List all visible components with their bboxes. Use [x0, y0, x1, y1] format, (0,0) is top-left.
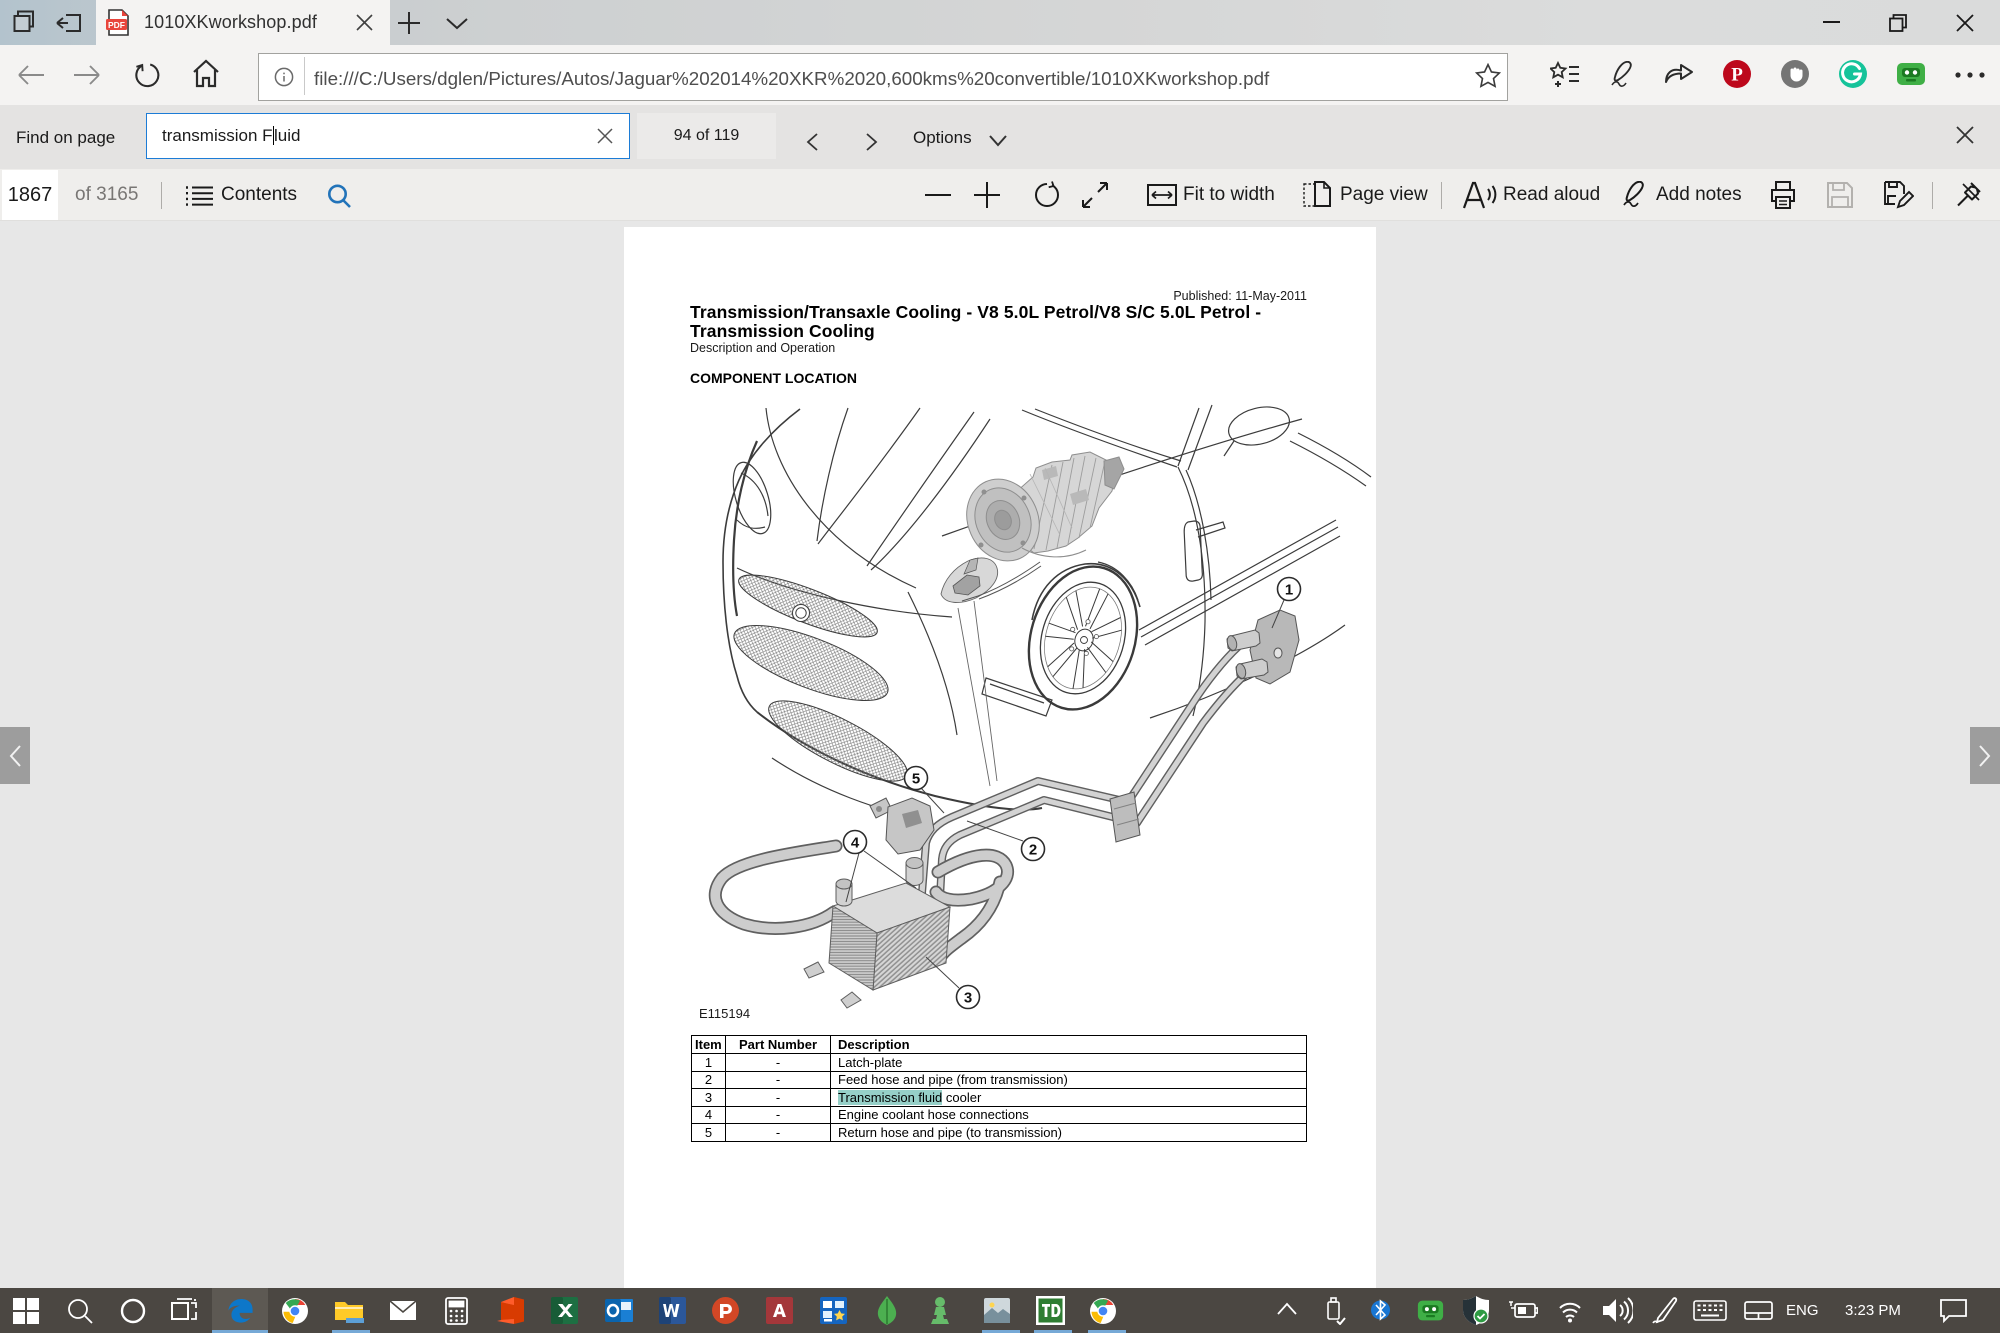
- svg-text:2: 2: [1029, 842, 1037, 859]
- svg-text:P: P: [1731, 65, 1743, 86]
- svg-text:3: 3: [964, 990, 972, 1007]
- svg-text:1: 1: [1285, 582, 1293, 599]
- svg-text:5: 5: [912, 771, 920, 788]
- svg-text:PDF: PDF: [108, 20, 125, 30]
- svg-text:4: 4: [851, 835, 860, 852]
